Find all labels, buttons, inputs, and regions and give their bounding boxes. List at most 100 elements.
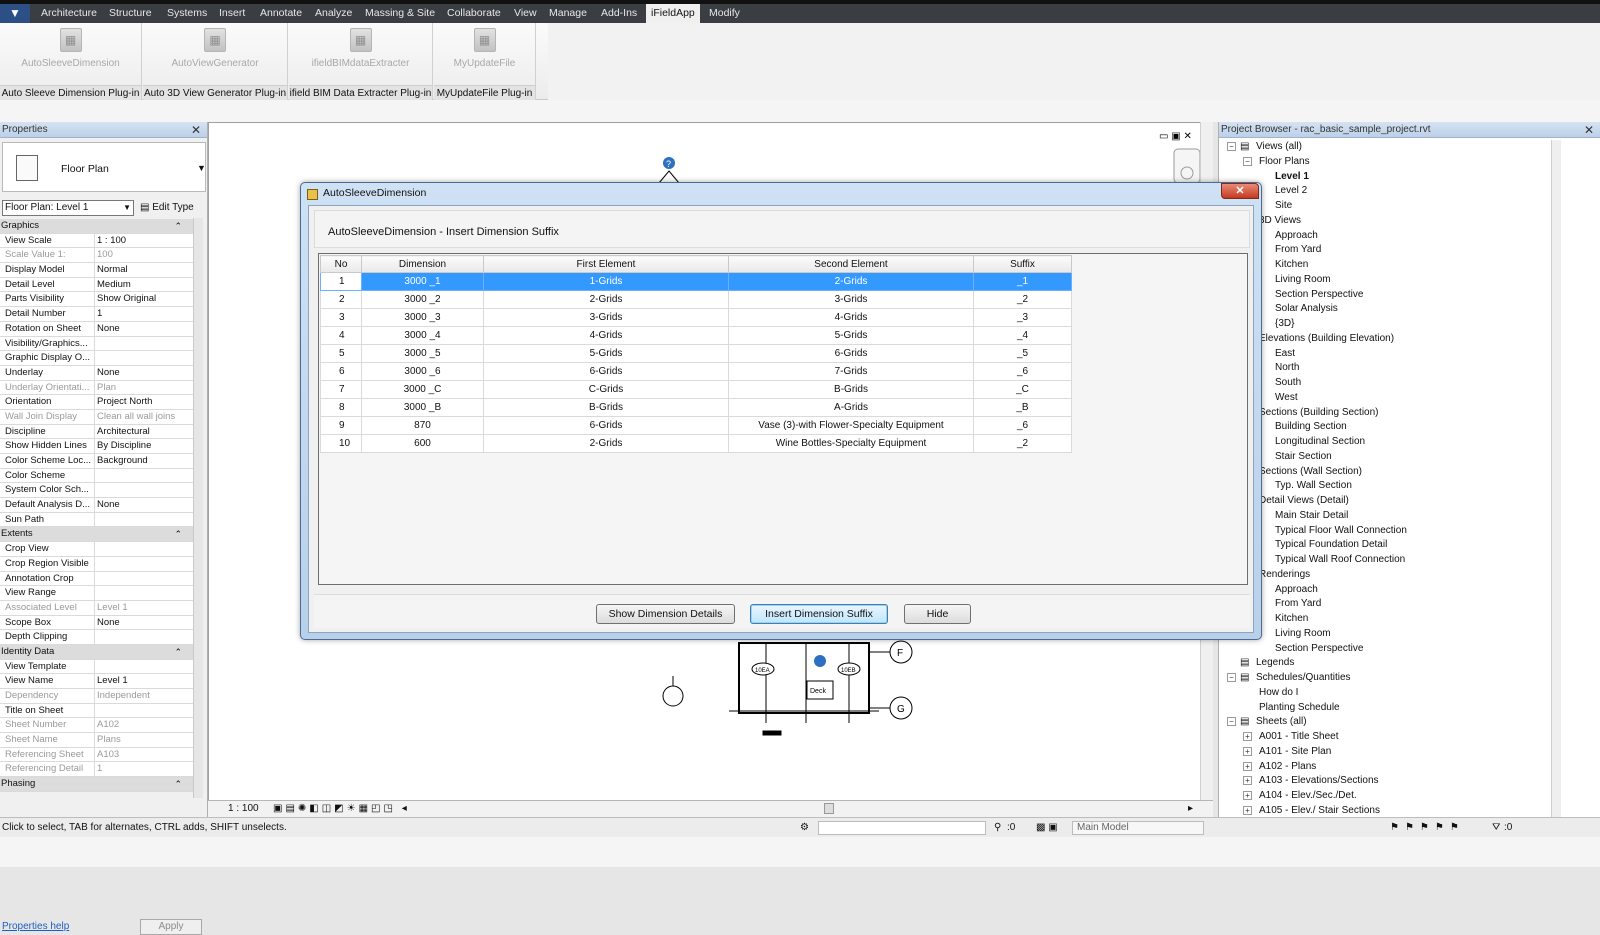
expand-icon[interactable]: + [1243, 732, 1252, 741]
cell-suffix[interactable]: _3 [973, 308, 1072, 327]
cell-suffix[interactable]: _B [973, 398, 1072, 417]
property-value-cell[interactable]: Project North [94, 395, 188, 410]
browser-item-kitchen[interactable]: Kitchen [1275, 612, 1308, 626]
cell-second[interactable]: 7-Grids [728, 362, 974, 381]
cell-suffix[interactable]: _6 [973, 362, 1072, 381]
collapse-icon[interactable]: − [1227, 673, 1236, 682]
cell-dimension[interactable]: 3000 _B [361, 398, 484, 417]
column-header-first-element[interactable]: First Element [483, 255, 729, 273]
browser-item-sheets-all[interactable]: Sheets (all) [1256, 715, 1307, 729]
cell-first[interactable]: 2-Grids [483, 434, 729, 453]
cell-dimension[interactable]: 3000 _1 [361, 272, 484, 291]
browser-item-legends[interactable]: Legends [1256, 656, 1294, 670]
cell-second[interactable]: A-Grids [728, 398, 974, 417]
cell-second[interactable]: 4-Grids [728, 308, 974, 327]
design-option-select[interactable]: Main Model [1072, 821, 1204, 835]
property-value-cell[interactable]: Edit... [94, 586, 188, 601]
cell-no[interactable]: 9 [320, 416, 362, 435]
browser-item-a101-site-plan[interactable]: A101 - Site Plan [1259, 745, 1331, 759]
cell-suffix[interactable]: _5 [973, 344, 1072, 363]
browser-item-from-yard[interactable]: From Yard [1275, 243, 1321, 257]
table-row[interactable]: 6 3000 _6 6-Grids 7-Grids _6 [320, 362, 1072, 381]
property-value-cell[interactable]: ✓ [94, 542, 188, 557]
browser-item-solar-analysis[interactable]: Solar Analysis [1275, 302, 1338, 316]
chevron-up-icon[interactable]: ⌃ [174, 527, 182, 541]
cell-dimension[interactable]: 3000 _3 [361, 308, 484, 327]
browser-item-elevations-building-elevation[interactable]: Elevations (Building Elevation) [1259, 332, 1394, 346]
cell-no[interactable]: 1 [320, 272, 362, 291]
expand-icon[interactable]: + [1243, 761, 1252, 771]
table-row[interactable]: 8 3000 _B B-Grids A-Grids _B [320, 398, 1072, 417]
property-value-cell[interactable]: Background [94, 454, 188, 468]
browser-item-typ-wall-section[interactable]: Typ. Wall Section [1275, 479, 1352, 493]
expand-icon[interactable]: + [1243, 791, 1252, 800]
browser-item-site[interactable]: Site [1275, 199, 1292, 213]
browser-item-renderings[interactable]: Renderings [1259, 568, 1310, 582]
browser-item-typical-foundation-detail[interactable]: Typical Foundation Detail [1275, 538, 1387, 552]
property-value-cell[interactable]: Edit... [94, 483, 188, 498]
table-row[interactable]: 3 3000 _3 3-Grids 4-Grids _3 [320, 308, 1072, 327]
selection-filter-icons[interactable]: ⚑⚑⚑⚑⚑ [1390, 818, 1465, 837]
workset-select[interactable] [818, 821, 986, 835]
browser-item-a105-elev-stair-sections[interactable]: A105 - Elev./ Stair Sections [1259, 804, 1380, 818]
autoviewgenerator-button[interactable]: AutoViewGenerator [143, 58, 287, 69]
tab-annotate[interactable]: Annotate [255, 4, 307, 23]
property-value-cell[interactable]: None [94, 615, 188, 630]
cell-suffix[interactable]: _1 [973, 272, 1072, 291]
property-value-cell[interactable] [94, 556, 188, 571]
column-header-no[interactable]: No [320, 255, 362, 273]
show-dimension-details-button[interactable]: Show Dimension Details [596, 604, 735, 624]
browser-item-schedules-quantities[interactable]: Schedules/Quantities [1256, 671, 1351, 685]
design-options-icon[interactable]: ▩ ▣ [1036, 818, 1058, 837]
cell-dimension[interactable]: 870 [361, 416, 484, 435]
table-row[interactable]: 4 3000 _4 4-Grids 5-Grids _4 [320, 326, 1072, 345]
browser-item-building-section[interactable]: Building Section [1275, 420, 1347, 434]
property-value-cell[interactable]: By Discipline [94, 439, 188, 454]
cell-no[interactable]: 8 [320, 398, 362, 417]
cell-second[interactable]: 6-Grids [728, 344, 974, 363]
tab-analyze[interactable]: Analyze [310, 4, 357, 23]
expand-icon[interactable]: + [1243, 776, 1252, 786]
browser-item-a103-elevations-sections[interactable]: A103 - Elevations/Sections [1259, 774, 1379, 788]
property-value-cell[interactable]: 1 : 100 [94, 233, 188, 248]
hide-button[interactable]: Hide [904, 604, 971, 624]
insert-dimension-suffix-button[interactable]: Insert Dimension Suffix [750, 604, 888, 624]
browser-item-main-stair-detail[interactable]: Main Stair Detail [1275, 509, 1348, 523]
browser-item-living-room[interactable]: Living Room [1275, 627, 1331, 641]
property-group-graphics[interactable]: Graphics ⌃ [0, 219, 200, 234]
table-row[interactable]: 9 870 6-Grids Vase (3)-with Flower-Specialt… [320, 416, 1072, 435]
cell-suffix[interactable]: _C [973, 380, 1072, 399]
tab-manage[interactable]: Manage [544, 4, 592, 23]
property-group-phasing[interactable]: Phasing ⌃ [0, 777, 200, 792]
cell-dimension[interactable]: 600 [361, 434, 484, 453]
tab-add-ins[interactable]: Add-Ins [596, 4, 642, 23]
browser-scrollbar[interactable] [1551, 140, 1561, 820]
chevron-up-icon[interactable]: ⌃ [174, 219, 182, 233]
cell-dimension[interactable]: 3000 _2 [361, 290, 484, 309]
chevron-down-icon[interactable]: ▼ [197, 163, 206, 173]
browser-item-from-yard[interactable]: From Yard [1275, 597, 1321, 611]
cell-first[interactable]: 5-Grids [483, 344, 729, 363]
browser-item-views-all[interactable]: Views (all) [1256, 140, 1302, 154]
tab-collaborate[interactable]: Collaborate [442, 4, 506, 23]
cell-second[interactable]: Wine Bottles-Specialty Equipment [728, 434, 974, 453]
cell-first[interactable]: C-Grids [483, 380, 729, 399]
tab-insert[interactable]: Insert [214, 4, 250, 23]
cell-first[interactable]: B-Grids [483, 398, 729, 417]
property-value-cell[interactable]: Medium [94, 277, 188, 292]
edit-type-button[interactable]: ▤ Edit Type [140, 200, 194, 216]
browser-item-sections-building-section[interactable]: Sections (Building Section) [1259, 406, 1379, 420]
properties-help-link[interactable]: Properties help [2, 921, 69, 932]
table-row[interactable]: 2 3000 _2 2-Grids 3-Grids _2 [320, 290, 1072, 309]
scroll-right-icon[interactable]: ▸ [1188, 801, 1193, 817]
browser-item-section-perspective[interactable]: Section Perspective [1275, 288, 1363, 302]
browser-item-west[interactable]: West [1275, 391, 1298, 405]
cell-second[interactable]: 2-Grids [728, 272, 974, 291]
browser-item-floor-plans[interactable]: Floor Plans [1259, 155, 1310, 169]
browser-item-approach[interactable]: Approach [1275, 229, 1318, 243]
property-value-cell[interactable]: Architectural [94, 424, 188, 439]
property-value-cell[interactable]: 1 [94, 307, 188, 322]
close-icon[interactable]: ✕ [1584, 122, 1594, 138]
browser-item-south[interactable]: South [1275, 376, 1301, 390]
canvas-horizontal-scroll-thumb[interactable] [824, 803, 834, 814]
